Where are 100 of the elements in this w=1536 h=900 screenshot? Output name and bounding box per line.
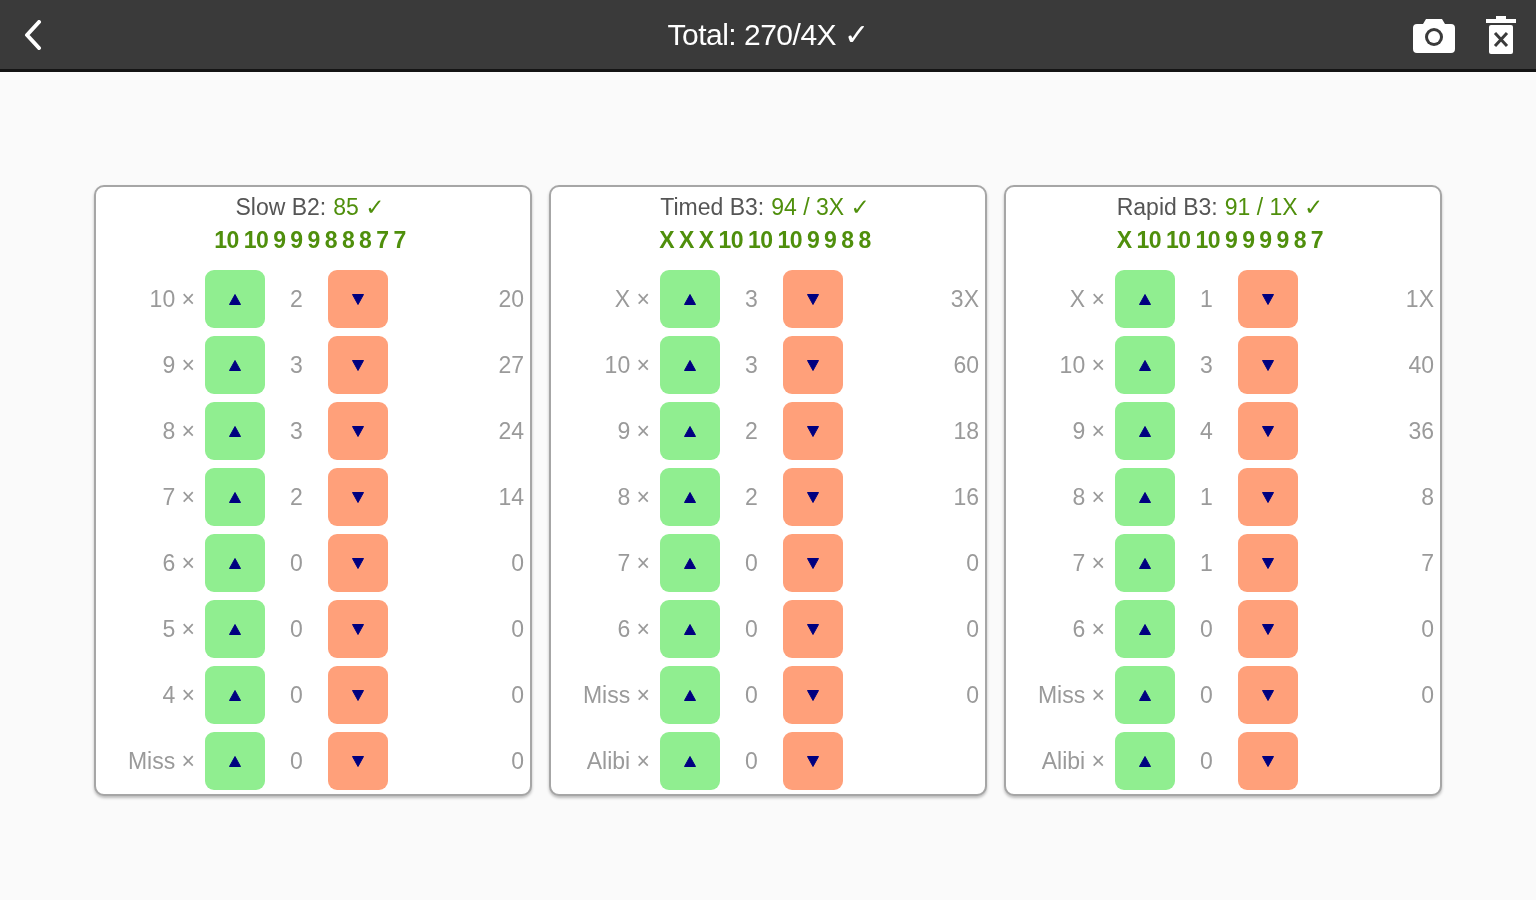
triangle-down-icon	[1262, 623, 1274, 635]
decrease-button[interactable]	[1238, 600, 1298, 658]
decrease-button[interactable]	[1238, 270, 1298, 328]
increase-button[interactable]	[660, 534, 720, 592]
triangle-up-icon	[684, 557, 696, 569]
shot-list: 10 10 9 9 9 8 8 8 7 7	[214, 224, 406, 256]
score-label: 6 ×	[1072, 615, 1105, 643]
triangle-down-icon	[807, 425, 819, 437]
decrease-button[interactable]	[783, 732, 843, 790]
row-total: 0	[511, 549, 524, 577]
row-total: 1X	[1405, 285, 1434, 313]
app-title: Total: 270/4X ✓	[667, 17, 869, 52]
shot-count: 3	[290, 417, 303, 445]
increase-button[interactable]	[660, 732, 720, 790]
increase-button[interactable]	[1115, 402, 1175, 460]
back-icon[interactable]	[24, 19, 42, 50]
decrease-button[interactable]	[328, 336, 388, 394]
increase-button[interactable]	[205, 270, 265, 328]
card-score: 94 / 3X ✓	[771, 193, 870, 222]
increase-button[interactable]	[1115, 732, 1175, 790]
triangle-down-icon	[807, 557, 819, 569]
increase-button[interactable]	[660, 270, 720, 328]
triangle-down-icon	[352, 557, 364, 569]
decrease-button[interactable]	[783, 336, 843, 394]
decrease-button[interactable]	[783, 534, 843, 592]
row-total: 8	[1421, 483, 1434, 511]
increase-button[interactable]	[205, 732, 265, 790]
row-total: 0	[511, 615, 524, 643]
increase-button[interactable]	[660, 666, 720, 724]
score-label: 8 ×	[1072, 483, 1105, 511]
decrease-button[interactable]	[328, 732, 388, 790]
row-total: 0	[966, 549, 979, 577]
increase-button[interactable]	[1115, 270, 1175, 328]
increase-button[interactable]	[1115, 336, 1175, 394]
decrease-button[interactable]	[1238, 534, 1298, 592]
increase-button[interactable]	[1115, 468, 1175, 526]
triangle-up-icon	[684, 755, 696, 767]
score-label: 10 ×	[149, 285, 195, 313]
triangle-up-icon	[1139, 689, 1151, 701]
triangle-up-icon	[1139, 491, 1151, 503]
score-label: 4 ×	[162, 681, 195, 709]
score-label: X ×	[1069, 285, 1105, 313]
increase-button[interactable]	[205, 600, 265, 658]
triangle-down-icon	[807, 755, 819, 767]
decrease-button[interactable]	[328, 534, 388, 592]
increase-button[interactable]	[1115, 600, 1175, 658]
score-label: 7 ×	[162, 483, 195, 511]
delete-icon[interactable]	[1486, 15, 1516, 54]
triangle-down-icon	[352, 755, 364, 767]
row-total: 0	[966, 681, 979, 709]
shot-list: X 10 10 10 9 9 9 9 8 7	[1116, 224, 1324, 256]
decrease-button[interactable]	[1238, 402, 1298, 460]
shot-count: 3	[745, 351, 758, 379]
triangle-up-icon	[1139, 425, 1151, 437]
shot-count: 1	[1200, 549, 1213, 577]
decrease-button[interactable]	[783, 402, 843, 460]
shot-count: 2	[745, 483, 758, 511]
decrease-button[interactable]	[328, 600, 388, 658]
score-label: X ×	[614, 285, 650, 313]
triangle-up-icon	[229, 425, 241, 437]
increase-button[interactable]	[205, 468, 265, 526]
triangle-down-icon	[352, 425, 364, 437]
decrease-button[interactable]	[328, 270, 388, 328]
decrease-button[interactable]	[1238, 732, 1298, 790]
decrease-button[interactable]	[1238, 468, 1298, 526]
row-total: 7	[1421, 549, 1434, 577]
increase-button[interactable]	[205, 336, 265, 394]
increase-button[interactable]	[660, 402, 720, 460]
row-total: 27	[498, 351, 524, 379]
triangle-down-icon	[352, 293, 364, 305]
score-label: Alibi ×	[1041, 747, 1105, 775]
increase-button[interactable]	[660, 336, 720, 394]
decrease-button[interactable]	[1238, 666, 1298, 724]
decrease-button[interactable]	[328, 402, 388, 460]
shot-count: 4	[1200, 417, 1213, 445]
score-label: 7 ×	[1072, 549, 1105, 577]
increase-button[interactable]	[1115, 534, 1175, 592]
decrease-button[interactable]	[328, 666, 388, 724]
increase-button[interactable]	[205, 534, 265, 592]
shot-count: 0	[745, 549, 758, 577]
decrease-button[interactable]	[1238, 336, 1298, 394]
triangle-up-icon	[229, 557, 241, 569]
row-total: 0	[511, 747, 524, 775]
decrease-button[interactable]	[783, 600, 843, 658]
increase-button[interactable]	[660, 468, 720, 526]
increase-button[interactable]	[205, 402, 265, 460]
triangle-down-icon	[1262, 491, 1274, 503]
decrease-button[interactable]	[783, 666, 843, 724]
decrease-button[interactable]	[783, 468, 843, 526]
decrease-button[interactable]	[328, 468, 388, 526]
triangle-up-icon	[1139, 623, 1151, 635]
decrease-button[interactable]	[783, 270, 843, 328]
increase-button[interactable]	[1115, 666, 1175, 724]
increase-button[interactable]	[660, 600, 720, 658]
increase-button[interactable]	[205, 666, 265, 724]
card-title: Timed B3:	[660, 193, 765, 222]
triangle-up-icon	[684, 425, 696, 437]
row-total: 3X	[950, 285, 979, 313]
triangle-down-icon	[352, 689, 364, 701]
row-total: 24	[498, 417, 524, 445]
